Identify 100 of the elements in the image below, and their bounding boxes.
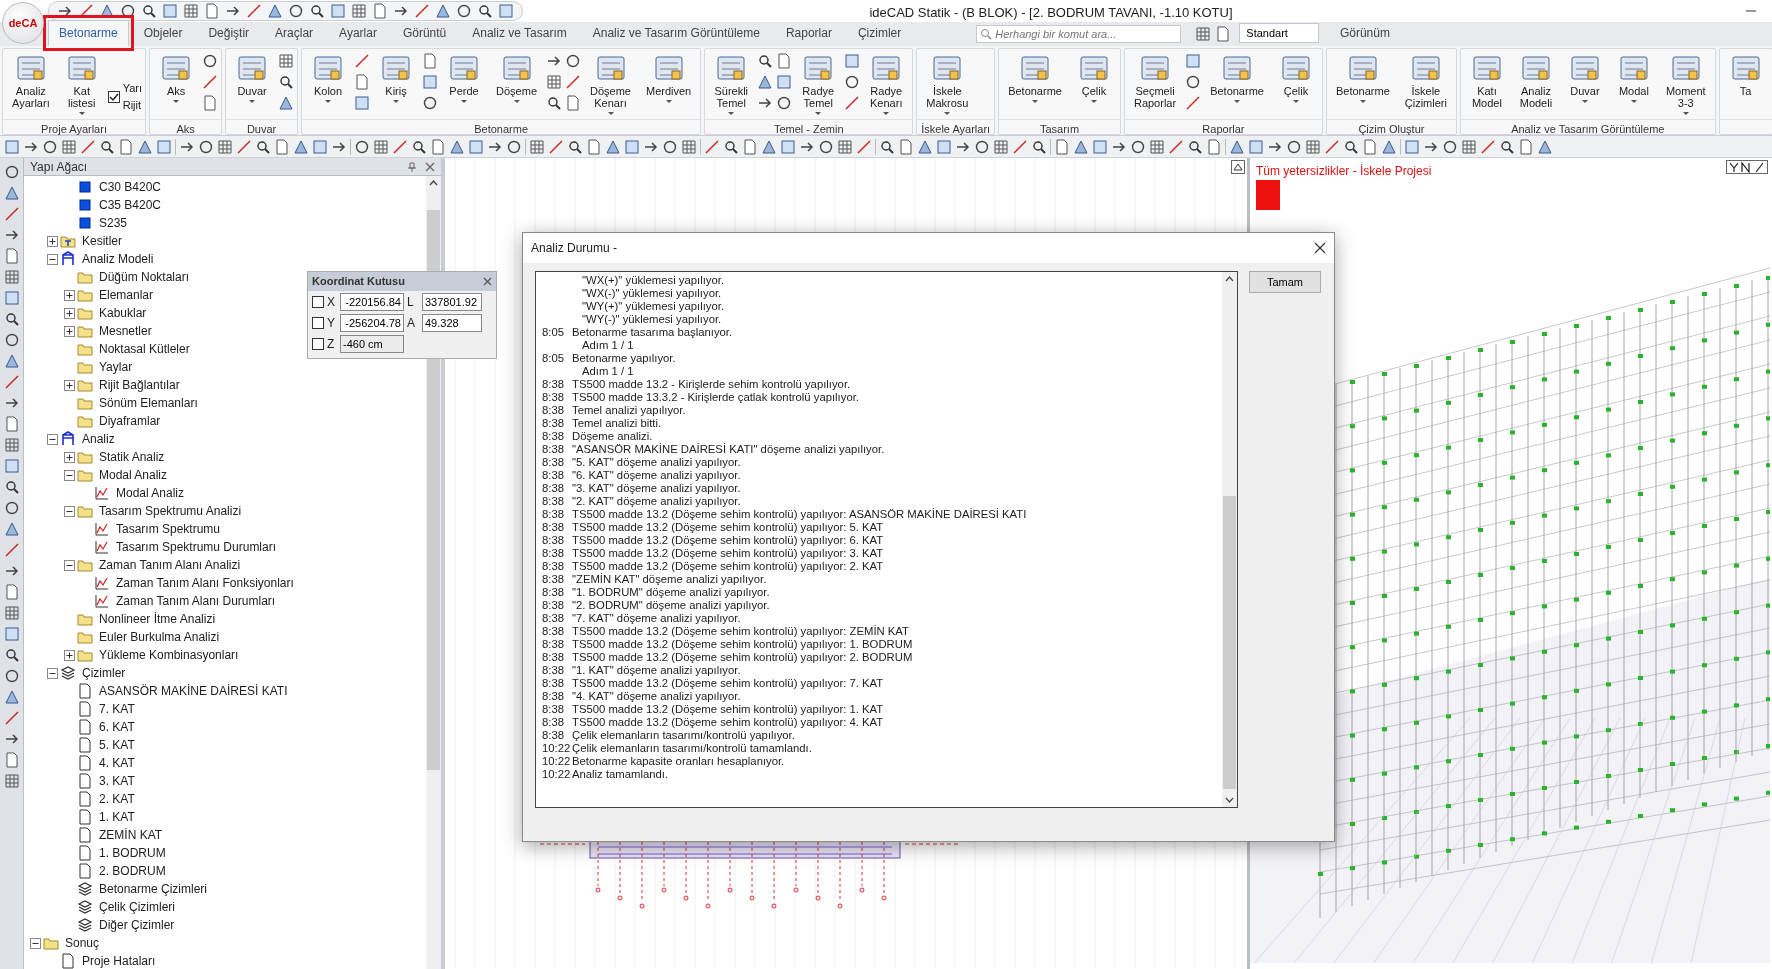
page-icon[interactable] <box>1215 26 1232 42</box>
triangle-icon[interactable] <box>1229 138 1245 155</box>
circle-icon[interactable] <box>974 138 990 155</box>
ribbon-tab[interactable]: Raporlar <box>774 20 843 46</box>
ribbon-tab[interactable]: Objeler <box>132 20 194 46</box>
tree-item[interactable]: Analiz Modeli <box>82 250 154 268</box>
triangle-icon[interactable] <box>1073 138 1089 155</box>
triangle-icon[interactable] <box>1381 138 1397 155</box>
tree-item[interactable]: Çizimler <box>82 664 126 682</box>
coordinate-field[interactable]: -256204.78 <box>340 313 404 332</box>
tree-item[interactable]: Nonlineer İtme Analizi <box>99 610 216 628</box>
page-icon[interactable] <box>204 3 220 19</box>
magnifier-icon[interactable] <box>1031 138 1047 155</box>
circle-icon[interactable] <box>456 3 472 19</box>
tree-item[interactable]: Tasarım Spektrumu <box>116 520 221 538</box>
tree-item[interactable]: 2. KAT <box>99 790 135 808</box>
ribbon-tab[interactable]: Analiz ve Tasarım <box>461 20 578 46</box>
checkbox[interactable] <box>312 295 324 308</box>
magnifier-icon[interactable] <box>141 3 157 19</box>
grid-icon[interactable] <box>183 3 199 19</box>
ribbon-button[interactable]: Analiz Ayarları <box>6 51 56 109</box>
line-icon[interactable] <box>202 74 219 90</box>
page-icon[interactable] <box>3 248 20 264</box>
line-icon[interactable] <box>246 3 262 19</box>
tree-item[interactable]: 6. KAT <box>99 718 135 736</box>
tree-item[interactable]: Sonuç <box>65 934 100 952</box>
page-icon[interactable] <box>1054 138 1070 155</box>
grid-icon[interactable] <box>546 74 562 90</box>
ribbon-button[interactable]: Duvar <box>1561 51 1608 103</box>
ribbon-button[interactable]: İskele Makrosu <box>920 51 975 115</box>
expand-toggle-icon[interactable] <box>64 379 75 391</box>
tree-item[interactable]: Analiz <box>82 430 115 448</box>
line-icon[interactable] <box>354 53 371 69</box>
ribbon-button[interactable]: Perde <box>441 51 488 103</box>
expand-toggle-icon[interactable] <box>64 325 75 337</box>
tree-item[interactable]: 7. KAT <box>99 700 135 718</box>
circle-icon[interactable] <box>565 53 581 69</box>
tree-item[interactable]: Proje Hataları <box>82 952 156 969</box>
magnifier-icon[interactable] <box>567 138 583 155</box>
grid-icon[interactable] <box>3 605 20 621</box>
coordinate-field[interactable]: 337801.92 <box>422 292 482 311</box>
tree-item[interactable]: Kabuklar <box>99 304 147 322</box>
grid-icon[interactable] <box>3 437 20 453</box>
ribbon-button[interactable]: Betonarme <box>1204 51 1270 103</box>
line-icon[interactable] <box>1324 138 1340 155</box>
ribbon-button[interactable]: Analiz Modeli <box>1512 51 1559 109</box>
triangle-icon[interactable] <box>449 138 465 155</box>
collapse-toggle-icon[interactable] <box>30 937 41 949</box>
tree-item[interactable]: 1. KAT <box>99 808 135 826</box>
line-icon[interactable] <box>236 138 252 155</box>
line-icon[interactable] <box>565 74 581 90</box>
magnifier-icon[interactable] <box>411 138 427 155</box>
triangle-icon[interactable] <box>3 689 20 705</box>
magnifier-icon[interactable] <box>1187 138 1203 155</box>
magnifier-icon[interactable] <box>879 138 895 155</box>
tree-item[interactable]: Euler Burkulma Analizi <box>99 628 220 646</box>
coordinate-field[interactable]: -460 cm <box>340 334 404 353</box>
grid-icon[interactable] <box>993 138 1009 155</box>
tree-item[interactable]: Düğüm Noktaları <box>99 268 190 286</box>
triangle-icon[interactable] <box>1537 138 1553 155</box>
search-field[interactable]: Herhangi bir komut ara... <box>976 25 1182 43</box>
tree-item[interactable]: 5. KAT <box>99 736 135 754</box>
triangle-button-icon[interactable] <box>1231 160 1245 174</box>
ribbon-button[interactable]: Betonarme <box>1329 51 1396 103</box>
collapse-toggle-icon[interactable] <box>64 505 75 517</box>
ribbon-button[interactable]: Döşeme <box>490 51 543 103</box>
magnifier-icon[interactable] <box>723 138 739 155</box>
page-icon[interactable] <box>3 416 20 432</box>
grid-icon[interactable] <box>373 138 389 155</box>
tree-item[interactable]: Statik Analiz <box>99 448 165 466</box>
tree-item[interactable]: C35 B420C <box>99 196 162 214</box>
circle-icon[interactable] <box>198 138 214 155</box>
collapse-toggle-icon[interactable] <box>64 469 75 481</box>
collapse-toggle-icon[interactable] <box>47 667 58 679</box>
triangle-icon[interactable] <box>267 3 283 19</box>
ribbon-button[interactable]: Radye Kenarı <box>863 51 910 115</box>
page-icon[interactable] <box>422 53 439 69</box>
triangle-icon[interactable] <box>435 3 451 19</box>
grid-icon[interactable] <box>351 3 367 19</box>
expand-toggle-icon[interactable] <box>64 649 75 661</box>
circle-icon[interactable] <box>662 138 678 155</box>
tree-item[interactable]: Yükleme Kombinasyonları <box>99 646 239 664</box>
circle-icon[interactable] <box>42 138 58 155</box>
checkbox[interactable] <box>312 316 324 329</box>
grid-icon[interactable] <box>217 138 233 155</box>
circle-icon[interactable] <box>3 500 20 516</box>
grid-icon[interactable] <box>1149 138 1165 155</box>
circle-icon[interactable] <box>1130 138 1146 155</box>
triangle-icon[interactable] <box>137 138 153 155</box>
page-icon[interactable] <box>3 584 20 600</box>
circle-icon[interactable] <box>354 138 370 155</box>
square-icon[interactable] <box>422 74 439 90</box>
tree-item[interactable]: Sönüm Elemanları <box>99 394 198 412</box>
tree-item[interactable]: 1. BODRUM <box>99 844 166 862</box>
tree-item[interactable]: Çelik Çizimleri <box>99 898 175 916</box>
line-icon[interactable] <box>704 138 720 155</box>
square-icon[interactable] <box>776 74 793 90</box>
circle-icon[interactable] <box>3 668 20 684</box>
magnifier-icon[interactable] <box>99 138 115 155</box>
close-icon[interactable] <box>1314 242 1326 254</box>
